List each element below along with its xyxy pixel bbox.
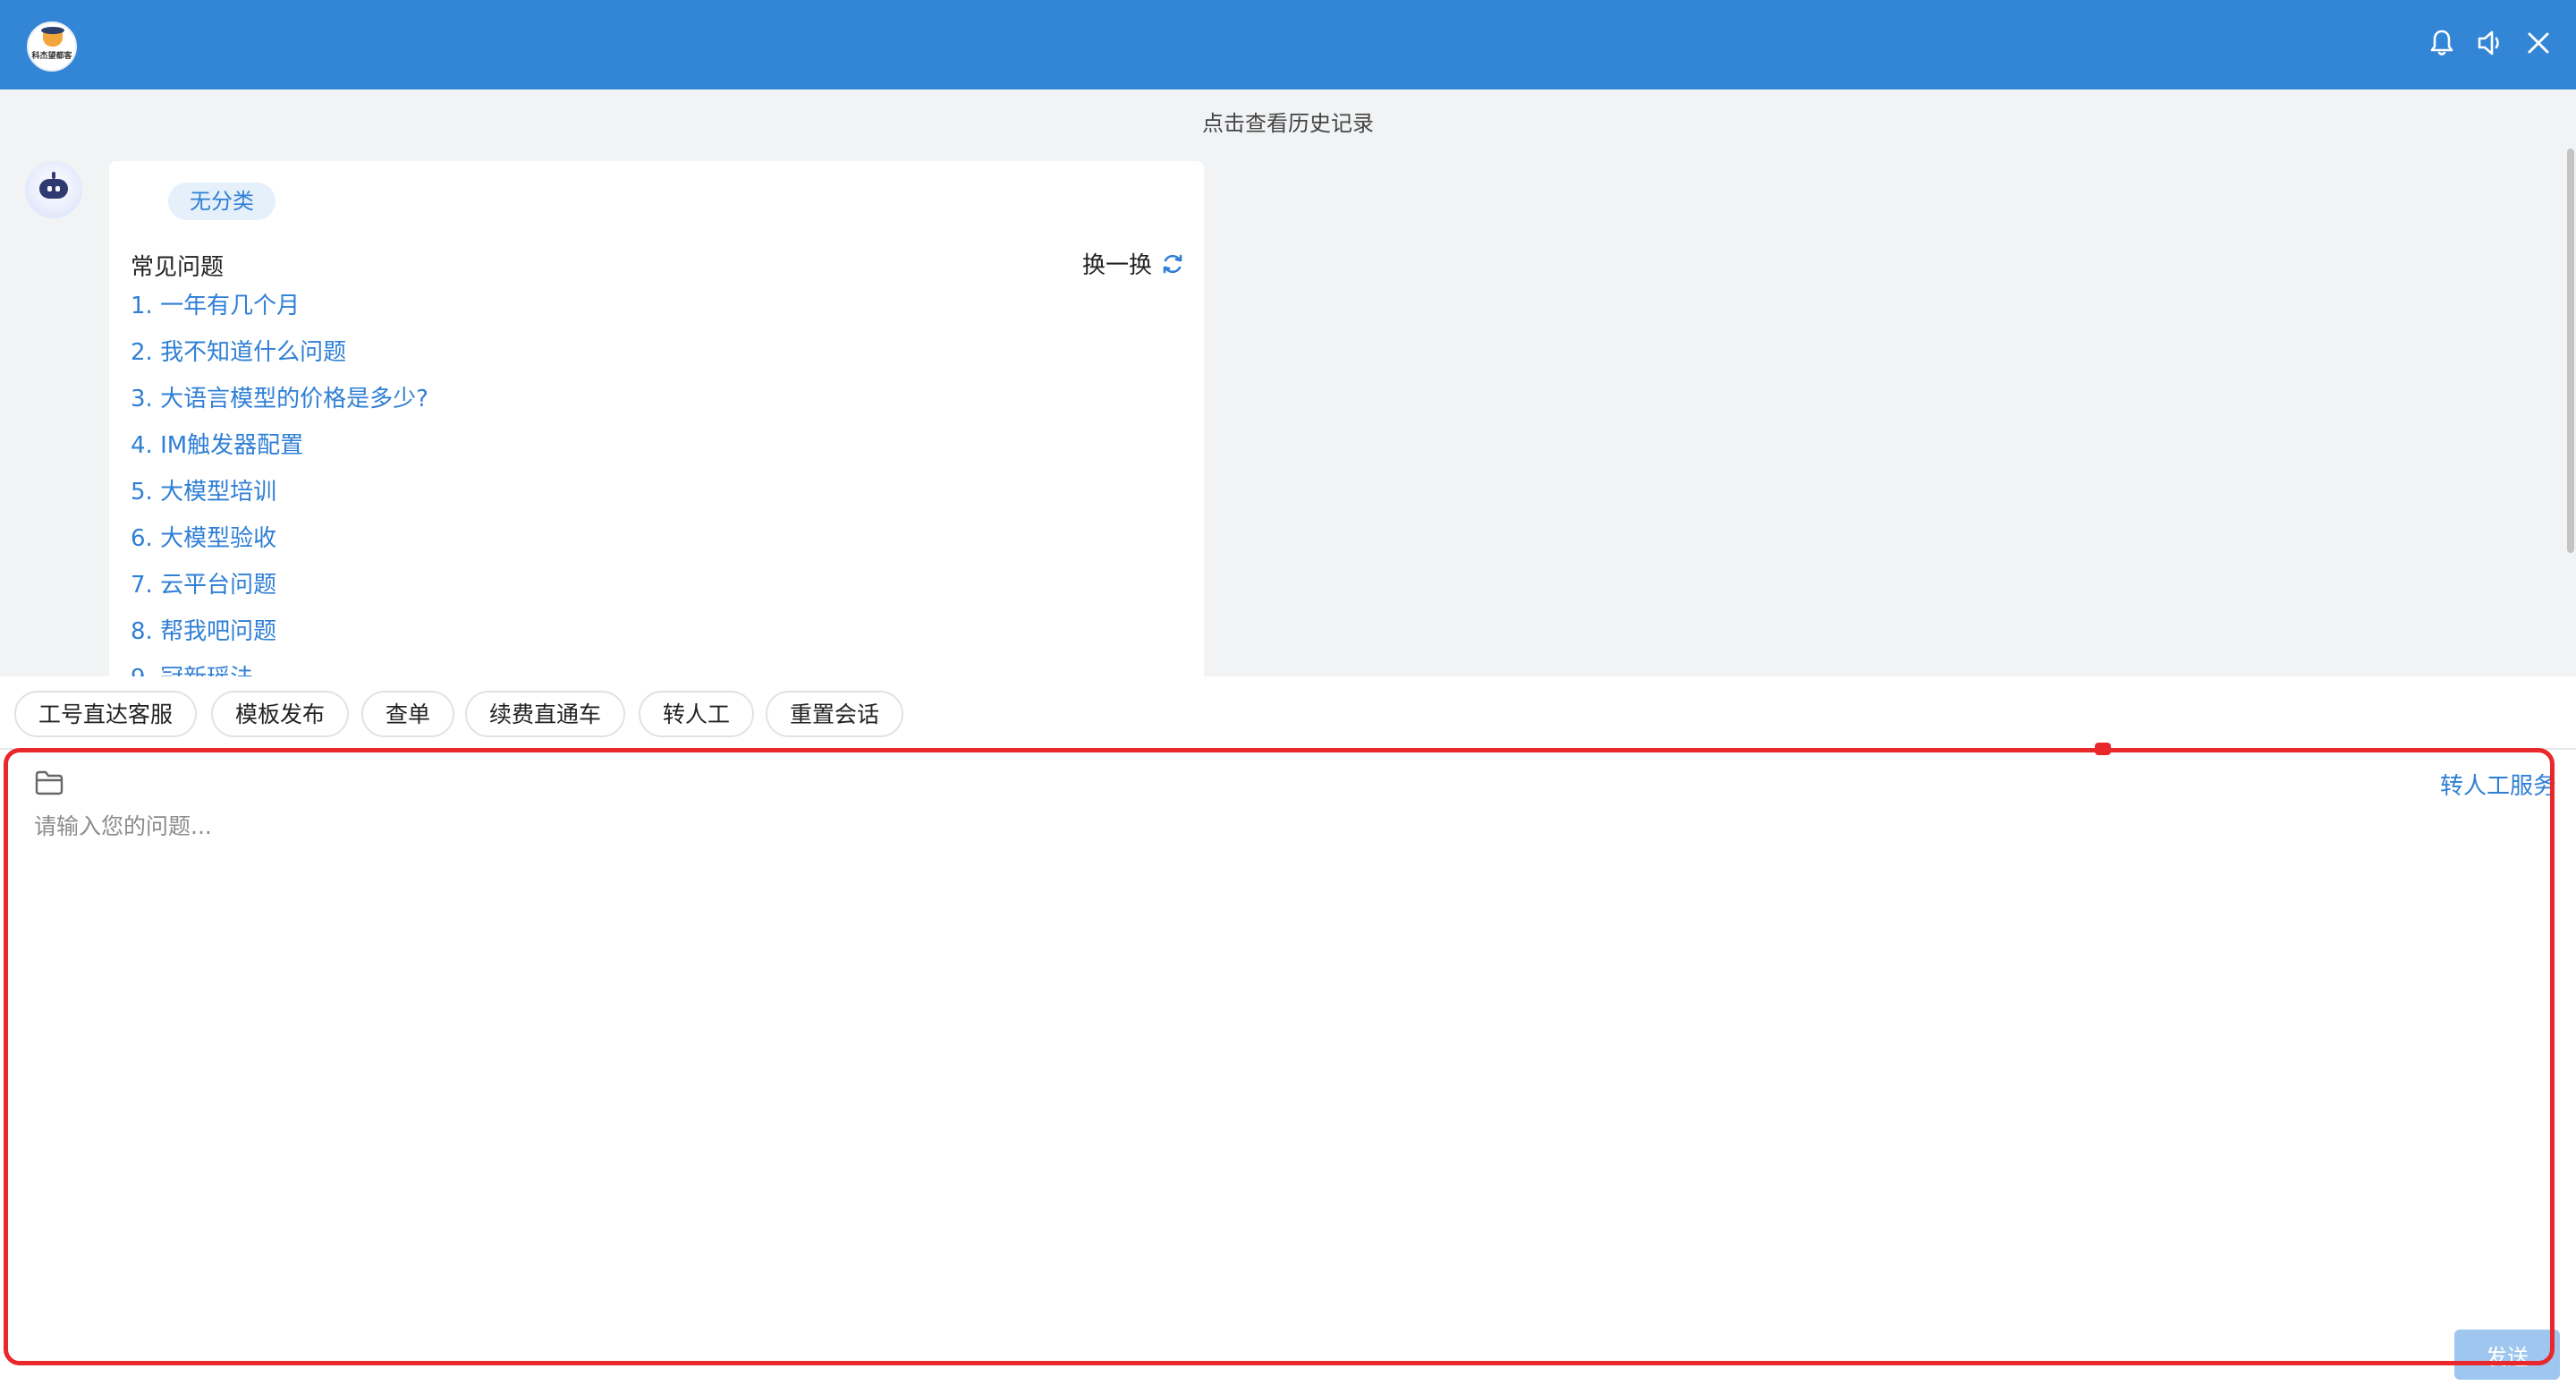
refresh-icon bbox=[1163, 254, 1182, 273]
message-input[interactable] bbox=[34, 809, 2521, 1310]
quick-action-template-publish[interactable]: 模板发布 bbox=[211, 691, 350, 737]
header-actions bbox=[2428, 27, 2553, 59]
faq-item[interactable]: 3. 大语言模型的价格是多少? bbox=[131, 381, 428, 428]
brand-logo: 科杰望都客 bbox=[27, 21, 77, 72]
robot-antenna-icon bbox=[52, 172, 55, 179]
chat-scrollbar[interactable] bbox=[2567, 149, 2574, 553]
bot-avatar bbox=[25, 161, 82, 218]
speaker-icon[interactable] bbox=[2476, 27, 2504, 59]
faq-item[interactable]: 8. 帮我吧问题 bbox=[131, 614, 428, 660]
app-header: 科杰望都客 bbox=[0, 0, 2576, 89]
faq-item[interactable]: 9. 冠新瑶法 bbox=[131, 660, 428, 676]
bell-icon[interactable] bbox=[2428, 27, 2456, 59]
faq-list: 1. 一年有几个月 2. 我不知道什么问题 3. 大语言模型的价格是多少? 4.… bbox=[131, 288, 428, 676]
faq-title: 常见问题 bbox=[131, 254, 225, 281]
faq-item[interactable]: 6. 大模型验收 bbox=[131, 521, 428, 567]
bot-message-card: 无分类 常见问题 换一换 1. 一年有几个月 2. 我不知道什么问题 3. 大语… bbox=[109, 161, 1204, 676]
faq-item[interactable]: 7. 云平台问题 bbox=[131, 567, 428, 614]
quick-action-transfer-human[interactable]: 转人工 bbox=[639, 691, 755, 737]
robot-icon bbox=[39, 179, 68, 199]
quick-action-order-lookup[interactable]: 查单 bbox=[361, 691, 455, 737]
quick-action-staff-id-service[interactable]: 工号直达客服 bbox=[14, 691, 198, 737]
quick-action-reset-session[interactable]: 重置会话 bbox=[766, 691, 904, 737]
history-link[interactable]: 点击查看历史记录 bbox=[0, 106, 2576, 137]
category-tag[interactable]: 无分类 bbox=[168, 183, 275, 220]
send-button[interactable]: 发送 bbox=[2454, 1330, 2560, 1380]
transfer-human-link[interactable]: 转人工服务 bbox=[2440, 768, 2556, 801]
faq-item[interactable]: 4. IM触发器配置 bbox=[131, 428, 428, 474]
faq-item[interactable]: 1. 一年有几个月 bbox=[131, 288, 428, 335]
quick-action-renewal[interactable]: 续费直通车 bbox=[465, 691, 626, 737]
refresh-label: 换一换 bbox=[1081, 252, 1152, 279]
chat-area: 点击查看历史记录 无分类 常见问题 换一换 1. 一年有几个月 2. 我不知道什… bbox=[0, 89, 2576, 676]
refresh-button[interactable]: 换一换 bbox=[1082, 247, 1184, 280]
folder-icon[interactable] bbox=[34, 769, 64, 796]
faq-item[interactable]: 5. 大模型培训 bbox=[131, 474, 428, 521]
logo-text: 科杰望都客 bbox=[31, 52, 72, 61]
logo-cup-icon bbox=[41, 27, 64, 47]
close-icon[interactable] bbox=[2524, 27, 2553, 59]
quick-actions-bar: 工号直达客服 模板发布 查单 续费直通车 转人工 重置会话 bbox=[0, 676, 2576, 748]
faq-item[interactable]: 2. 我不知道什么问题 bbox=[131, 335, 428, 381]
message-composer: 转人工服务 发送 bbox=[0, 750, 2576, 1394]
